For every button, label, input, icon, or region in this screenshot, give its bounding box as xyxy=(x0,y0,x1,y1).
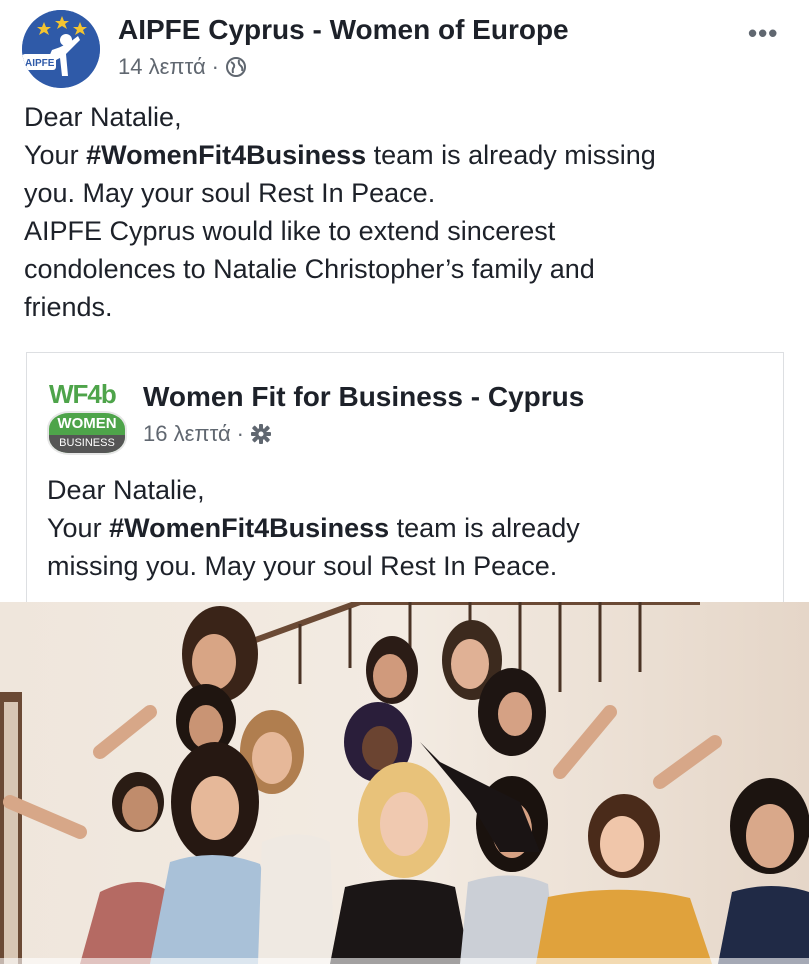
svg-text:AIPFE: AIPFE xyxy=(25,58,55,69)
shared-post-meta: 16 λεπτά · xyxy=(143,421,272,447)
shared-post-message: Dear Natalie, Your #WomenFit4Business te… xyxy=(47,471,767,585)
group-photo-image xyxy=(0,602,809,964)
message-line: you. May your soul Rest In Peace. xyxy=(24,178,436,208)
shared-page-name[interactable]: Women Fit for Business - Cyprus xyxy=(143,381,584,413)
message-line: Your #WomenFit4Business team is already xyxy=(47,513,580,543)
post-photo[interactable] xyxy=(0,602,809,964)
message-line: missing you. May your soul Rest In Peace… xyxy=(47,551,558,581)
post-meta: 14 λεπτά · xyxy=(118,54,247,80)
facebook-post: AIPFE AIPFE Cyprus - Women of Europe 14 … xyxy=(0,0,809,980)
aipfe-logo-icon: AIPFE xyxy=(22,10,100,88)
message-line: AIPFE Cyprus would like to extend sincer… xyxy=(24,216,556,246)
globe-icon[interactable] xyxy=(225,56,247,78)
meta-separator: · xyxy=(211,54,219,79)
wf4b-logo-icon: WF4b xyxy=(49,379,117,409)
message-line: friends. xyxy=(24,292,113,322)
shared-post-card[interactable]: WF4b WOMEN BUSINESS Women Fit for Busine… xyxy=(26,352,784,603)
more-options-icon[interactable]: ••• xyxy=(748,18,778,49)
message-line: Your #WomenFit4Business team is already … xyxy=(24,140,656,170)
message-line: Dear Natalie, xyxy=(24,102,182,132)
gear-icon[interactable] xyxy=(250,423,272,445)
shared-post-time[interactable]: 16 λεπτά xyxy=(143,421,231,447)
women-badge-icon: WOMEN BUSINESS xyxy=(47,411,127,455)
shared-page-avatar[interactable]: WF4b WOMEN BUSINESS xyxy=(47,379,127,455)
post-message: Dear Natalie, Your #WomenFit4Business te… xyxy=(24,98,794,326)
hashtag-link[interactable]: #WomenFit4Business xyxy=(86,140,366,170)
message-line: Dear Natalie, xyxy=(47,475,205,505)
page-avatar[interactable]: AIPFE xyxy=(22,10,100,88)
message-line: condolences to Natalie Christopher’s fam… xyxy=(24,254,595,284)
post-time[interactable]: 14 λεπτά xyxy=(118,54,206,80)
page-name[interactable]: AIPFE Cyprus - Women of Europe xyxy=(118,14,569,46)
hashtag-link[interactable]: #WomenFit4Business xyxy=(109,513,389,543)
meta-separator: · xyxy=(236,421,244,446)
